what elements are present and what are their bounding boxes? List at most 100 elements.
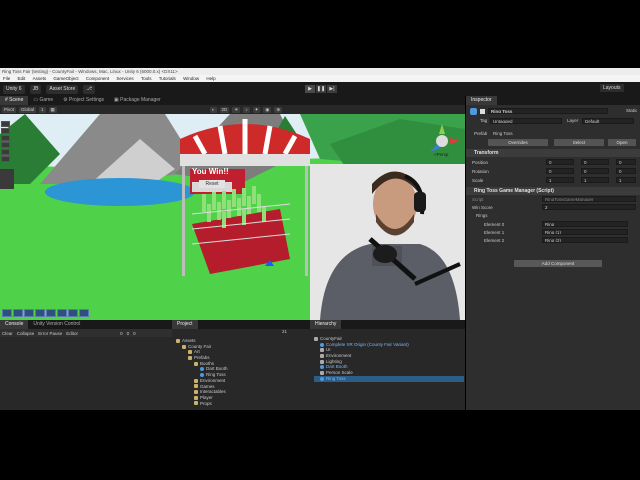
hierarchy-tree-label: Complete XR Origin (County Fair Variant) bbox=[326, 341, 409, 347]
tab-scene[interactable]: # Scene bbox=[0, 96, 29, 105]
gizmos-icon[interactable]: ⊕ bbox=[274, 106, 283, 113]
pivot-dropdown[interactable]: Pivot bbox=[2, 106, 17, 113]
2d-toggle-icon[interactable]: 2D bbox=[219, 106, 230, 113]
scale-tool-icon[interactable] bbox=[1, 142, 10, 148]
version-control-icon[interactable]: ⎇ bbox=[83, 84, 96, 94]
rect-tool-icon[interactable] bbox=[1, 149, 10, 155]
play-button[interactable]: ▶ bbox=[305, 85, 315, 93]
menu-file[interactable]: File bbox=[3, 76, 10, 81]
prefab-asset-field[interactable]: Ring Toss bbox=[493, 130, 513, 137]
tab-inspector[interactable]: Inspector bbox=[466, 96, 497, 105]
tab-hierarchy[interactable]: Hierarchy bbox=[310, 320, 342, 329]
play-controls: ▶ ❚❚ ▶| bbox=[305, 85, 337, 93]
select-button[interactable]: Select bbox=[554, 139, 604, 146]
error-pause-button[interactable]: Error Pause bbox=[38, 331, 62, 336]
overlay-tool-icon-1[interactable] bbox=[2, 309, 12, 317]
layouts-button[interactable]: Layouts bbox=[600, 84, 624, 92]
rotation-x[interactable]: 0 bbox=[546, 168, 574, 174]
snap-field[interactable]: 1 bbox=[39, 106, 46, 113]
menu-component[interactable]: Component bbox=[86, 76, 109, 81]
scale-y[interactable]: 1 bbox=[581, 177, 609, 183]
editor-dropdown[interactable]: Editor bbox=[66, 331, 78, 336]
booth-reset-button[interactable]: Reset bbox=[199, 180, 225, 188]
pause-button[interactable]: ❚❚ bbox=[316, 85, 326, 93]
tab-console[interactable]: Console bbox=[0, 320, 29, 329]
element-1-label: Element 1 bbox=[484, 230, 505, 235]
move-tool-icon[interactable] bbox=[1, 128, 10, 134]
menu-edit[interactable]: Edit bbox=[18, 76, 26, 81]
overrides-dropdown[interactable]: Overrides bbox=[488, 139, 548, 146]
effects-icon[interactable]: ✦ bbox=[252, 106, 261, 113]
menu-bar: File Edit Assets GameObject Component Se… bbox=[0, 75, 640, 82]
active-checkbox[interactable] bbox=[480, 109, 485, 114]
space-dropdown[interactable]: Global bbox=[19, 106, 37, 113]
overlay-tool-icon-7[interactable] bbox=[68, 309, 78, 317]
overlay-tool-icon-6[interactable] bbox=[57, 309, 67, 317]
project-tree-label: Ring Toss bbox=[206, 372, 226, 378]
tab-project-settings[interactable]: ⚙ Project Settings bbox=[58, 96, 109, 105]
overlay-tool-icon-2[interactable] bbox=[13, 309, 23, 317]
overlay-tool-icon-8[interactable] bbox=[79, 309, 89, 317]
tag-dropdown[interactable]: Untagged bbox=[490, 118, 562, 124]
collapse-button[interactable]: Collapse bbox=[17, 331, 35, 336]
tab-game[interactable]: ▭ Game bbox=[28, 96, 58, 105]
unity-button[interactable]: Unity 6 bbox=[3, 84, 25, 94]
account-button[interactable]: JB bbox=[29, 84, 42, 94]
rotation-z[interactable]: 0 bbox=[616, 168, 636, 174]
tag-label: Tag bbox=[480, 118, 488, 123]
audio-icon[interactable]: ♪ bbox=[243, 106, 250, 113]
menu-gameobject[interactable]: GameObject bbox=[53, 76, 78, 81]
cube-icon bbox=[320, 353, 324, 358]
menu-window[interactable]: Window bbox=[183, 76, 199, 81]
transform-header[interactable]: Transform bbox=[466, 149, 640, 157]
menu-help[interactable]: Help bbox=[206, 76, 215, 81]
draw-mode-icon[interactable]: ◐ bbox=[209, 106, 217, 113]
persp-label: <Persp bbox=[434, 152, 449, 157]
warning-count[interactable]: 0 bbox=[127, 331, 130, 336]
rings-foldout[interactable]: Rings bbox=[476, 212, 488, 219]
transform-tool-icon[interactable] bbox=[1, 156, 10, 162]
overlay-tool-icon-3[interactable] bbox=[24, 309, 34, 317]
layer-dropdown[interactable]: Default bbox=[582, 118, 634, 124]
error-count[interactable]: 0 bbox=[133, 331, 136, 336]
lighting-icon[interactable]: ☀ bbox=[232, 106, 241, 113]
element-1-field[interactable]: Ring (1) bbox=[542, 229, 628, 235]
tab-package-manager[interactable]: ▣ Package Manager bbox=[109, 96, 166, 105]
menu-tutorials[interactable]: Tutorials bbox=[159, 76, 176, 81]
cube-icon bbox=[320, 359, 324, 364]
ring-toss-booth[interactable] bbox=[170, 114, 320, 284]
position-z[interactable]: 0 bbox=[616, 159, 636, 165]
hierarchy-tree-item[interactable]: Ring Toss bbox=[314, 375, 464, 382]
object-name-field[interactable]: Ring Toss bbox=[488, 108, 608, 114]
scale-x[interactable]: 1 bbox=[546, 177, 574, 183]
position-x[interactable]: 0 bbox=[546, 159, 574, 165]
tab-project[interactable]: Project bbox=[172, 320, 198, 329]
menu-services[interactable]: Services bbox=[116, 76, 133, 81]
camera-icon[interactable]: ◉ bbox=[263, 106, 272, 113]
rotate-tool-icon[interactable] bbox=[1, 135, 10, 141]
open-button[interactable]: Open bbox=[608, 139, 636, 146]
prefab-cube-icon bbox=[470, 108, 477, 115]
tab-project-settings-label: Project Settings bbox=[68, 97, 105, 103]
tab-version-control[interactable]: Unity Version Control bbox=[28, 320, 85, 329]
rotation-y[interactable]: 0 bbox=[581, 168, 609, 174]
element-0-field[interactable]: Ring bbox=[542, 221, 628, 227]
overlay-tool-icon-4[interactable] bbox=[35, 309, 45, 317]
scale-z[interactable]: 1 bbox=[616, 177, 636, 183]
step-button[interactable]: ▶| bbox=[327, 85, 337, 93]
script-component-header[interactable]: Ring Toss Game Manager (Script) bbox=[466, 187, 640, 195]
element-2-field[interactable]: Ring (2) bbox=[542, 237, 628, 243]
grid-icon[interactable]: ▦ bbox=[48, 106, 57, 113]
clear-button[interactable]: Clear bbox=[2, 331, 13, 336]
win-score-field[interactable]: 2 bbox=[542, 204, 636, 210]
static-toggle[interactable]: Static bbox=[626, 107, 637, 114]
hand-tool-icon[interactable] bbox=[1, 121, 10, 127]
menu-tools[interactable]: Tools bbox=[141, 76, 152, 81]
asset-store-button[interactable]: Asset Store bbox=[46, 84, 79, 94]
project-tree-item[interactable]: Props bbox=[176, 401, 306, 407]
log-count[interactable]: 0 bbox=[120, 331, 123, 336]
add-component-button[interactable]: Add Component bbox=[514, 260, 602, 267]
menu-assets[interactable]: Assets bbox=[33, 76, 47, 81]
overlay-tool-icon-5[interactable] bbox=[46, 309, 56, 317]
position-y[interactable]: 0 bbox=[581, 159, 609, 165]
